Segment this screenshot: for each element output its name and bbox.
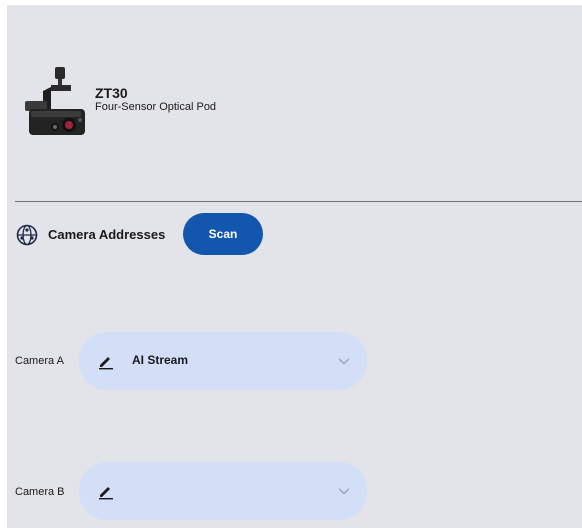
scan-button[interactable]: Scan xyxy=(183,213,263,255)
network-globe-icon xyxy=(16,224,38,246)
camera-addresses-title: Camera Addresses xyxy=(48,227,166,242)
chevron-down-icon[interactable] xyxy=(337,354,351,368)
edit-pencil-icon[interactable] xyxy=(97,482,115,500)
device-subtitle: Four-Sensor Optical Pod xyxy=(95,101,217,113)
camera-b-dropdown[interactable] xyxy=(79,462,367,520)
camera-b-label: Camera B xyxy=(15,486,65,498)
gimbal-camera-image xyxy=(25,67,85,135)
settings-panel: ZT30 Four-Sensor Optical Pod Camera Addr… xyxy=(7,5,582,528)
camera-a-value: AI Stream xyxy=(132,353,189,367)
camera-a-dropdown[interactable]: AI Stream xyxy=(79,332,367,390)
section-divider xyxy=(15,201,582,202)
chevron-down-icon[interactable] xyxy=(337,484,351,498)
camera-a-label: Camera A xyxy=(15,355,64,367)
edit-pencil-icon[interactable] xyxy=(97,352,115,370)
device-name: ZT30 xyxy=(95,85,128,101)
